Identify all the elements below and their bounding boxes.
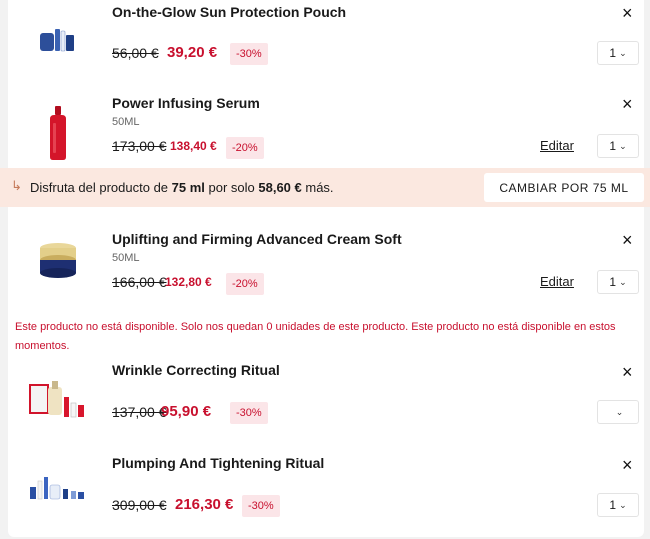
quantity-value: 1: [609, 139, 617, 153]
chevron-down-icon: ⌄: [619, 499, 627, 510]
discount-badge: -20%: [226, 273, 264, 295]
change-size-button[interactable]: CAMBIAR POR 75 ML: [484, 173, 644, 202]
quantity-value: 1: [609, 275, 617, 289]
price-new: 95,90 €: [161, 403, 212, 420]
upsell-text: Disfruta del producto de 75 ml por solo …: [30, 180, 334, 195]
price-old: 173,00 €: [112, 138, 167, 154]
product-name[interactable]: Plumping And Tightening Ritual: [112, 455, 324, 471]
quantity-value: 1: [609, 498, 617, 512]
quantity-select[interactable]: 1 ⌄: [597, 270, 639, 294]
quantity-select[interactable]: 1 ⌄: [597, 41, 639, 65]
quantity-value: 1: [609, 46, 617, 60]
product-image-sun-pouch[interactable]: [34, 20, 82, 60]
price-new: 132,80 €: [165, 275, 212, 289]
price-new: 138,40 €: [170, 139, 217, 153]
close-icon[interactable]: ×: [622, 4, 633, 22]
cream-jar-image: [40, 243, 76, 278]
wrinkle-ritual-image: [29, 381, 84, 418]
quantity-select[interactable]: ⌄: [597, 400, 639, 424]
discount-badge: -30%: [230, 402, 268, 424]
arrow-return-icon: ↳: [11, 178, 22, 193]
edit-link[interactable]: Editar: [540, 138, 574, 153]
upsell-banner: ↳ Disfruta del producto de 75 ml por sol…: [0, 168, 650, 207]
sun-pouch-image: [40, 29, 74, 52]
price-new: 216,30 €: [175, 496, 234, 513]
discount-badge: -30%: [242, 495, 280, 517]
close-icon[interactable]: ×: [622, 231, 633, 249]
product-size: 50ML: [112, 252, 140, 264]
quantity-select[interactable]: 1 ⌄: [597, 493, 639, 517]
quantity-select[interactable]: 1 ⌄: [597, 134, 639, 158]
product-name[interactable]: On-the-Glow Sun Protection Pouch: [112, 4, 346, 20]
product-name[interactable]: Uplifting and Firming Advanced Cream Sof…: [112, 231, 402, 247]
price-old: 56,00 €: [112, 45, 159, 61]
product-image-serum[interactable]: [34, 104, 82, 162]
stock-warning: Este producto no está disponible. Solo n…: [15, 321, 616, 352]
product-name[interactable]: Power Infusing Serum: [112, 95, 260, 111]
chevron-down-icon: ⌄: [619, 47, 627, 58]
close-icon[interactable]: ×: [622, 95, 633, 113]
discount-badge: -20%: [226, 137, 264, 159]
close-icon[interactable]: ×: [622, 363, 633, 381]
close-icon[interactable]: ×: [622, 456, 633, 474]
plumping-ritual-image: [30, 477, 84, 500]
price-old: 166,00 €: [112, 274, 167, 290]
product-image-cream[interactable]: [34, 235, 82, 285]
price-old: 137,00 €: [112, 404, 167, 420]
cart-card-bottom: Uplifting and Firming Advanced Cream Sof…: [8, 207, 644, 537]
discount-badge: -30%: [230, 43, 268, 65]
product-size: 50ML: [112, 116, 140, 128]
chevron-down-icon: ⌄: [619, 140, 627, 151]
chevron-down-icon: ⌄: [619, 276, 627, 287]
serum-bottle-image: [50, 106, 66, 160]
edit-link[interactable]: Editar: [540, 274, 574, 289]
cart-card-top: On-the-Glow Sun Protection Pouch × 56,00…: [8, 0, 644, 168]
price-new: 39,20 €: [167, 44, 218, 61]
product-name[interactable]: Wrinkle Correcting Ritual: [112, 362, 280, 378]
price-old: 309,00 €: [112, 497, 167, 513]
product-image-wrinkle-ritual[interactable]: [26, 377, 88, 421]
product-image-plumping-ritual[interactable]: [26, 473, 88, 503]
chevron-down-icon: ⌄: [615, 406, 624, 417]
